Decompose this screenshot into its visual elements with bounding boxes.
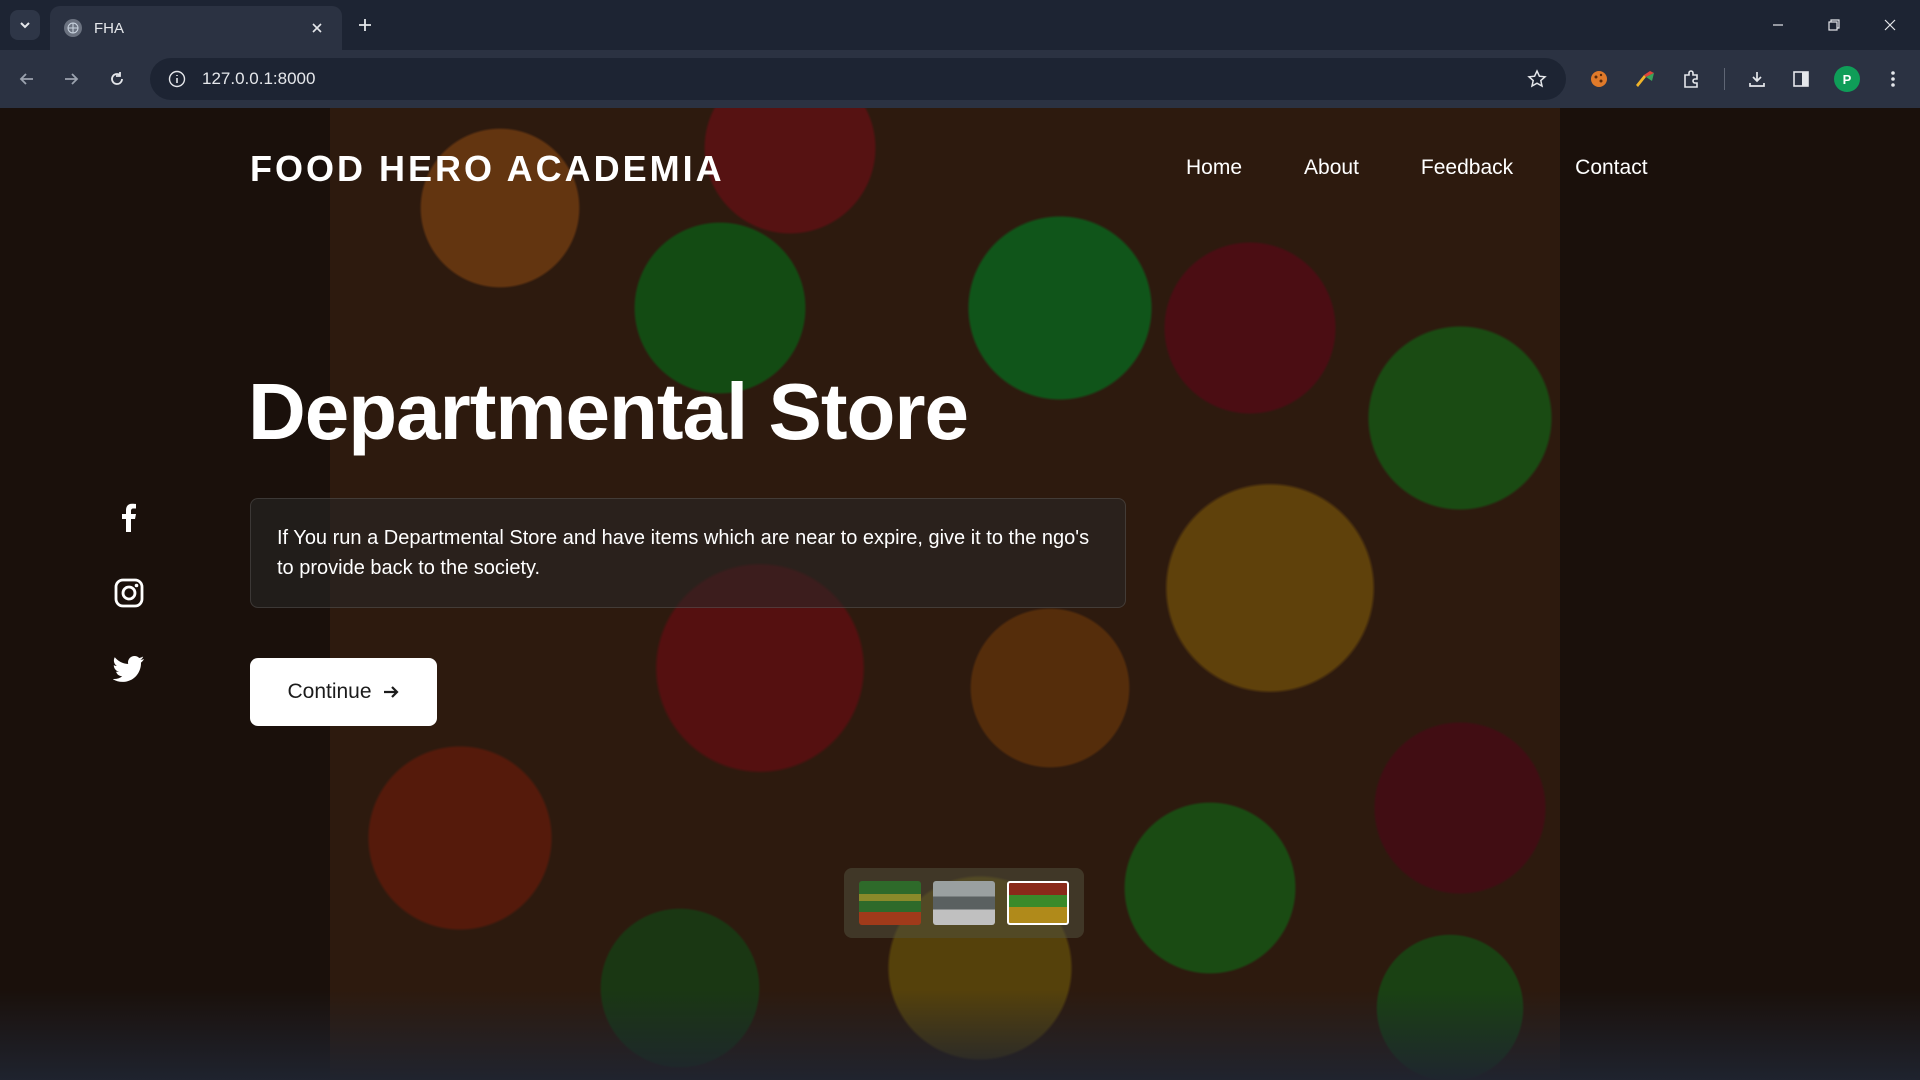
kebab-menu-icon[interactable] <box>1878 64 1908 94</box>
forward-button[interactable] <box>56 64 86 94</box>
chevron-down-icon <box>20 22 30 29</box>
close-icon <box>1884 19 1896 31</box>
back-button[interactable] <box>12 64 42 94</box>
restore-icon <box>1828 19 1840 31</box>
address-bar[interactable]: 127.0.0.1:8000 <box>150 58 1566 100</box>
url-text[interactable]: 127.0.0.1:8000 <box>202 69 1524 89</box>
hero-description: If You run a Departmental Store and have… <box>277 527 1090 579</box>
nav-feedback[interactable]: Feedback <box>1421 156 1513 180</box>
nav-about[interactable]: About <box>1304 156 1359 180</box>
facebook-icon[interactable] <box>112 500 146 534</box>
extension-cookie-icon[interactable] <box>1584 64 1614 94</box>
continue-label: Continue <box>287 680 372 703</box>
reload-icon <box>111 72 123 85</box>
browser-tab-bar: FHA <box>0 0 1920 50</box>
arrow-right-icon <box>65 73 79 85</box>
arrow-left-icon <box>19 73 33 85</box>
hero-background: FOOD HERO ACADEMIA Home About Feedback C… <box>0 108 1920 1080</box>
tab-list-button[interactable] <box>10 10 40 40</box>
close-tab-icon[interactable] <box>306 17 328 39</box>
hero-description-box: If You run a Departmental Store and have… <box>250 498 1126 608</box>
main-nav: Home About Feedback Contact <box>1186 156 1648 180</box>
minimize-icon <box>1773 24 1783 26</box>
bookmark-star-icon[interactable] <box>1524 66 1550 92</box>
restore-button[interactable] <box>1814 10 1854 40</box>
tab-title: FHA <box>94 19 124 37</box>
nav-home[interactable]: Home <box>1186 156 1242 180</box>
site-info-icon[interactable] <box>166 68 188 90</box>
reload-button[interactable] <box>102 64 132 94</box>
download-icon[interactable] <box>1742 64 1772 94</box>
carousel-thumb-3-active[interactable] <box>1007 881 1069 925</box>
extension-color-icon[interactable] <box>1630 64 1660 94</box>
twitter-icon[interactable] <box>112 652 146 686</box>
carousel-thumbnails <box>844 868 1084 938</box>
site-brand[interactable]: FOOD HERO ACADEMIA <box>250 148 725 190</box>
side-panel-icon[interactable] <box>1786 64 1816 94</box>
extensions-puzzle-icon[interactable] <box>1676 64 1706 94</box>
browser-toolbar: 127.0.0.1:8000 <box>0 50 1920 108</box>
arrow-right-icon <box>383 686 399 698</box>
carousel-thumb-1[interactable] <box>859 881 921 925</box>
close-window-button[interactable] <box>1870 10 1910 40</box>
nav-contact[interactable]: Contact <box>1575 156 1647 180</box>
toolbar-divider <box>1724 68 1725 90</box>
carousel-thumb-2[interactable] <box>933 881 995 925</box>
profile-avatar[interactable]: P <box>1834 66 1860 92</box>
new-tab-button[interactable] <box>352 12 378 38</box>
continue-button[interactable]: Continue <box>250 658 437 726</box>
hero-section: FOOD HERO ACADEMIA Home About Feedback C… <box>0 108 1920 1080</box>
hero-title: Departmental Store <box>248 367 969 456</box>
globe-icon <box>64 19 82 37</box>
browser-tab[interactable]: FHA <box>50 6 342 50</box>
instagram-icon[interactable] <box>112 576 146 610</box>
minimize-button[interactable] <box>1758 10 1798 40</box>
plus-icon <box>359 19 371 31</box>
